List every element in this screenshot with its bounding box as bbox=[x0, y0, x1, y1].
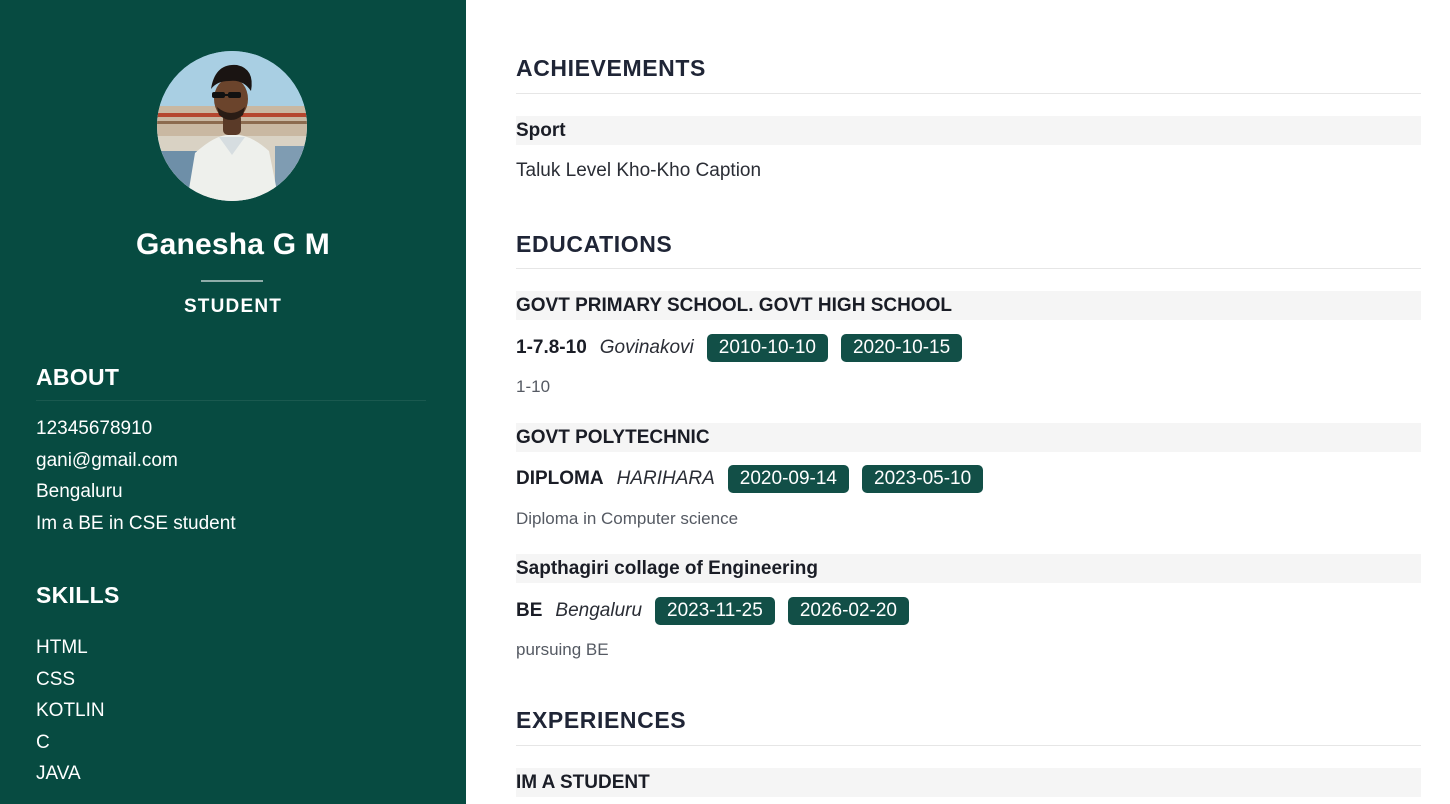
education-place: HARIHARA bbox=[616, 468, 715, 489]
profile-role: STUDENT bbox=[183, 296, 283, 317]
education-meta-row: DIPLOMA HARIHARA 2020-09-14 2023-05-10 bbox=[516, 465, 996, 493]
education-place: Govinakovi bbox=[599, 337, 694, 358]
skills-title: SKILLS bbox=[36, 582, 120, 608]
achievement-text: Taluk Level Kho-Kho Caption bbox=[516, 160, 762, 181]
education-description: Diploma in Computer science bbox=[516, 509, 739, 528]
profile-name: Ganesha G M bbox=[136, 228, 330, 261]
achievements-divider bbox=[516, 93, 1421, 94]
education-start-date-badge: 2023-11-25 bbox=[655, 597, 775, 625]
education-end-date-badge: 2020-10-15 bbox=[840, 334, 963, 362]
achievement-category: Sport bbox=[516, 116, 1421, 145]
education-end-date-badge: 2026-02-20 bbox=[787, 597, 910, 625]
skill-item: KOTLIN bbox=[36, 700, 105, 721]
skill-item: JAVA bbox=[36, 763, 81, 784]
education-meta-row: 1-7.8-10 Govinakovi 2010-10-10 2020-10-1… bbox=[516, 334, 975, 362]
education-start-date-badge: 2020-09-14 bbox=[727, 465, 849, 493]
skill-item: HTML bbox=[36, 637, 88, 658]
education-school: GOVT PRIMARY SCHOOL. GOVT HIGH SCHOOL bbox=[516, 291, 1421, 320]
profile-avatar bbox=[157, 51, 307, 201]
skill-item: C bbox=[36, 731, 50, 753]
education-description: 1-10 bbox=[516, 377, 551, 396]
education-school: Sapthagiri collage of Engineering bbox=[516, 554, 1421, 583]
about-title: ABOUT bbox=[36, 364, 120, 390]
about-phone: 12345678910 bbox=[36, 418, 153, 439]
education-description: pursuing BE bbox=[516, 640, 609, 659]
experiences-title: EXPERIENCES bbox=[516, 707, 687, 733]
skills-list: HTML CSS KOTLIN C JAVA bbox=[36, 632, 105, 790]
education-start-date-badge: 2010-10-10 bbox=[706, 334, 828, 362]
achievements-title: ACHIEVEMENTS bbox=[516, 55, 706, 81]
education-end-date-badge: 2023-05-10 bbox=[862, 465, 984, 493]
about-location: Bengaluru bbox=[36, 481, 123, 502]
education-place: Bengaluru bbox=[555, 600, 643, 621]
about-divider bbox=[36, 400, 426, 401]
about-bio: Im a BE in CSE student bbox=[36, 512, 236, 534]
resume-sidebar: Ganesha G M STUDENT ABOUT 12345678910 ga… bbox=[0, 0, 466, 804]
resume-main: ACHIEVEMENTS Sport Taluk Level Kho-Kho C… bbox=[516, 0, 1421, 804]
education-degree: DIPLOMA bbox=[516, 468, 604, 489]
educations-title: EDUCATIONS bbox=[516, 231, 673, 257]
education-degree: 1-7.8-10 bbox=[516, 337, 587, 358]
skill-item: CSS bbox=[36, 668, 76, 690]
education-meta-row: BE Bengaluru 2023-11-25 2026-02-20 bbox=[516, 597, 922, 625]
about-list: 12345678910 gani@gmail.com Bengaluru Im … bbox=[36, 413, 236, 539]
educations-divider bbox=[516, 268, 1421, 269]
about-email: gani@gmail.com bbox=[36, 449, 178, 471]
profile-divider bbox=[201, 280, 263, 282]
experience-title: IM A STUDENT bbox=[516, 768, 1421, 797]
education-school: GOVT POLYTECHNIC bbox=[516, 423, 1421, 452]
profile-photo-image bbox=[157, 51, 307, 201]
experiences-divider bbox=[516, 745, 1421, 746]
education-degree: BE bbox=[516, 600, 543, 621]
